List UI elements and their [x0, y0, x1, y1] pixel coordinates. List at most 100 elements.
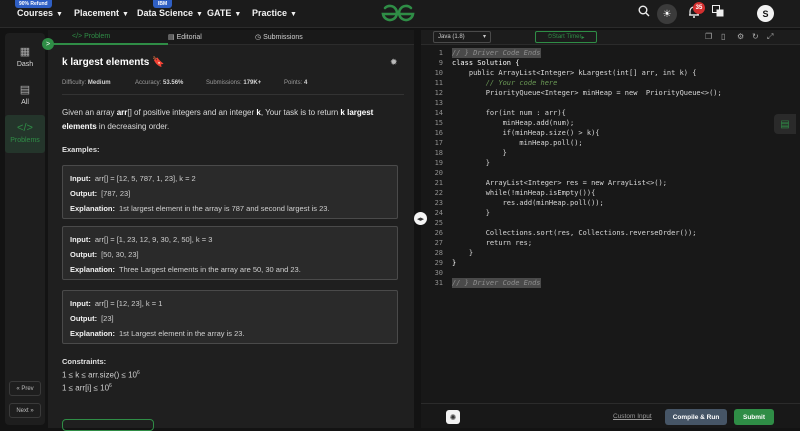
- code-line: 14 for(int num : arr){: [434, 109, 566, 117]
- language-select[interactable]: Java (1.8) ▾: [433, 31, 491, 43]
- sidebar-item-problems[interactable]: </> Problems: [5, 115, 45, 153]
- code-line: 18 }: [434, 149, 507, 157]
- left-sidebar: ▦ Dash ▤ All </> Problems « Prev Next »: [5, 33, 45, 425]
- code-line: 13: [434, 99, 443, 107]
- notification-count-badge: 35: [693, 2, 705, 14]
- nav-courses[interactable]: Courses ▼: [17, 8, 63, 18]
- play-icon: ▸: [581, 34, 585, 41]
- translate-icon[interactable]: [712, 5, 724, 20]
- gfg-logo-icon: [381, 4, 415, 22]
- editor-panel: Java (1.8) ▾ ⏱ Start Timer ▸ ❐ ▯ ⚙ ↻ ⤢ 1/…: [421, 30, 800, 428]
- editor-footer: ✺ Custom Input Compile & Run Submit: [421, 403, 800, 428]
- constraints-title: Constraints:: [62, 357, 107, 366]
- code-line: 11 // Your code here: [434, 79, 558, 87]
- accuracy: Accuracy: 53.56%: [135, 80, 184, 86]
- nav-gate[interactable]: GATE ▼: [207, 8, 241, 18]
- document-icon: ▤: [168, 34, 177, 41]
- grid-icon: ▤: [19, 84, 31, 96]
- example-input: arr[] = [12, 5, 787, 1, 23], k = 2: [94, 174, 196, 183]
- examples-title: Examples:: [62, 145, 100, 154]
- active-tab-indicator: [48, 43, 168, 45]
- example-output: [50, 30, 23]: [101, 250, 139, 259]
- problem-description: Given an array arr[] of positive integer…: [62, 108, 374, 131]
- example-explanation: 1st largest element in the array is 787 …: [119, 204, 330, 213]
- copy-icon[interactable]: ❐: [705, 32, 712, 41]
- sun-icon: ☀: [662, 8, 672, 20]
- code-line: 31// } Driver Code Ends: [434, 278, 541, 288]
- tab-editorial[interactable]: ▤ Editorial: [168, 33, 202, 41]
- chat-icon[interactable]: ▤: [774, 114, 796, 134]
- chevron-down-icon: ▼: [196, 11, 203, 18]
- chevron-down-icon: ▼: [122, 11, 129, 18]
- code-icon: </>: [17, 122, 33, 134]
- code-line: 23 res.add(minHeap.poll());: [434, 199, 604, 207]
- user-avatar[interactable]: S: [757, 5, 774, 22]
- nav-practice[interactable]: Practice ▼: [252, 8, 297, 18]
- dashboard-icon: ▦: [19, 46, 31, 58]
- tab-problem[interactable]: </> Problem: [72, 33, 110, 40]
- divider: [62, 94, 404, 95]
- points: Points: 4: [284, 80, 308, 86]
- start-timer-button[interactable]: ⏱ Start Timer ▸: [535, 31, 597, 43]
- prev-button[interactable]: « Prev: [9, 381, 41, 396]
- expand-sidebar-button[interactable]: >: [42, 38, 54, 50]
- example-explanation: 1st Largest element in the array is 23.: [119, 329, 245, 338]
- code-line: 1// } Driver Code Ends: [438, 48, 541, 58]
- nav-data-science[interactable]: Data Science ▼: [137, 8, 203, 18]
- code-line: 12 PriorityQueue<Integer> minHeap = new …: [434, 89, 722, 97]
- problem-title: k largest elements 🔖: [62, 57, 165, 68]
- chevron-down-icon: ▾: [482, 34, 486, 40]
- custom-input-link[interactable]: Custom Input: [613, 413, 652, 420]
- top-navbar: 90% Refund Courses ▼ Placement ▼ IBM Data …: [0, 0, 800, 28]
- example-output: [787, 23]: [101, 189, 131, 198]
- bug-report-icon[interactable]: ✹: [390, 57, 398, 68]
- panel-resize-handle[interactable]: ◂▸: [414, 212, 427, 225]
- code-editor[interactable]: 1// } Driver Code Ends 9 class Solution {…: [421, 46, 800, 394]
- fullscreen-icon[interactable]: ⤢: [767, 32, 773, 42]
- code-line: 21 ArrayList<Integer> res = new ArrayLis…: [434, 179, 667, 187]
- example-input: arr[] = [1, 23, 12, 9, 30, 2, 50], k = 3: [94, 235, 213, 244]
- problem-panel: </> Problem ▤ Editorial ◷ Submissions k …: [48, 30, 414, 428]
- example-input: arr[] = [12, 23], k = 1: [94, 299, 163, 308]
- code-line: 10 public ArrayList<Integer> kLargest(in…: [434, 69, 697, 77]
- clock-icon: ◷: [255, 34, 264, 41]
- reset-icon[interactable]: ↻: [752, 32, 759, 41]
- search-icon[interactable]: [638, 5, 650, 20]
- code-line: 26 Collections.sort(res, Collections.rev…: [434, 229, 697, 237]
- refund-badge: 90% Refund: [15, 0, 52, 8]
- code-line: 20: [434, 169, 443, 177]
- submit-button[interactable]: Submit: [734, 409, 774, 425]
- constraint-line: 1 ≤ k ≤ arr.size() ≤ 106: [62, 370, 140, 380]
- chevron-down-icon: ▼: [290, 11, 297, 18]
- example-explanation: Three Largest elements in the array are …: [119, 265, 301, 274]
- code-line: 29}: [434, 259, 457, 267]
- code-line: 9 class Solution {: [438, 59, 520, 67]
- code-line: 16 if(minHeap.size() > k){: [434, 129, 600, 137]
- example-box: Input: arr[] = [12, 23], k = 1 Output: [23…: [62, 290, 398, 344]
- sidebar-item-all[interactable]: ▤ All: [5, 83, 45, 106]
- sidebar-item-dash[interactable]: ▦ Dash: [5, 45, 45, 68]
- tab-submissions[interactable]: ◷ Submissions: [255, 33, 303, 41]
- theme-toggle-button[interactable]: ☀: [657, 4, 677, 24]
- gfg-logo[interactable]: [380, 3, 416, 28]
- bookmark-icon[interactable]: 🔖: [152, 57, 164, 68]
- chevron-down-icon: ▼: [56, 11, 63, 18]
- code-line: 19 }: [434, 159, 490, 167]
- settings-icon[interactable]: ⚙: [737, 32, 744, 41]
- example-output: [23]: [101, 314, 114, 323]
- code-line: 22 while(!minHeap.isEmpty()){: [434, 189, 596, 197]
- problem-tabs: </> Problem ▤ Editorial ◷ Submissions: [48, 30, 414, 45]
- compile-run-button[interactable]: Compile & Run: [665, 409, 727, 425]
- code-line: 28 }: [434, 249, 474, 257]
- code-line: 30: [434, 269, 443, 277]
- nav-placement[interactable]: Placement ▼: [74, 8, 129, 18]
- code-line: 27 return res;: [434, 239, 533, 247]
- code-line: 15 minHeap.add(num);: [434, 119, 575, 127]
- file-icon[interactable]: ▯: [721, 32, 725, 41]
- bottom-action-button[interactable]: [62, 419, 154, 431]
- code-line: 17 minHeap.poll();: [434, 139, 583, 147]
- next-button[interactable]: Next »: [9, 403, 41, 418]
- lightbulb-icon[interactable]: ✺: [446, 410, 460, 424]
- constraint-line: 1 ≤ arr[i] ≤ 106: [62, 383, 112, 393]
- code-line: 25: [434, 219, 443, 227]
